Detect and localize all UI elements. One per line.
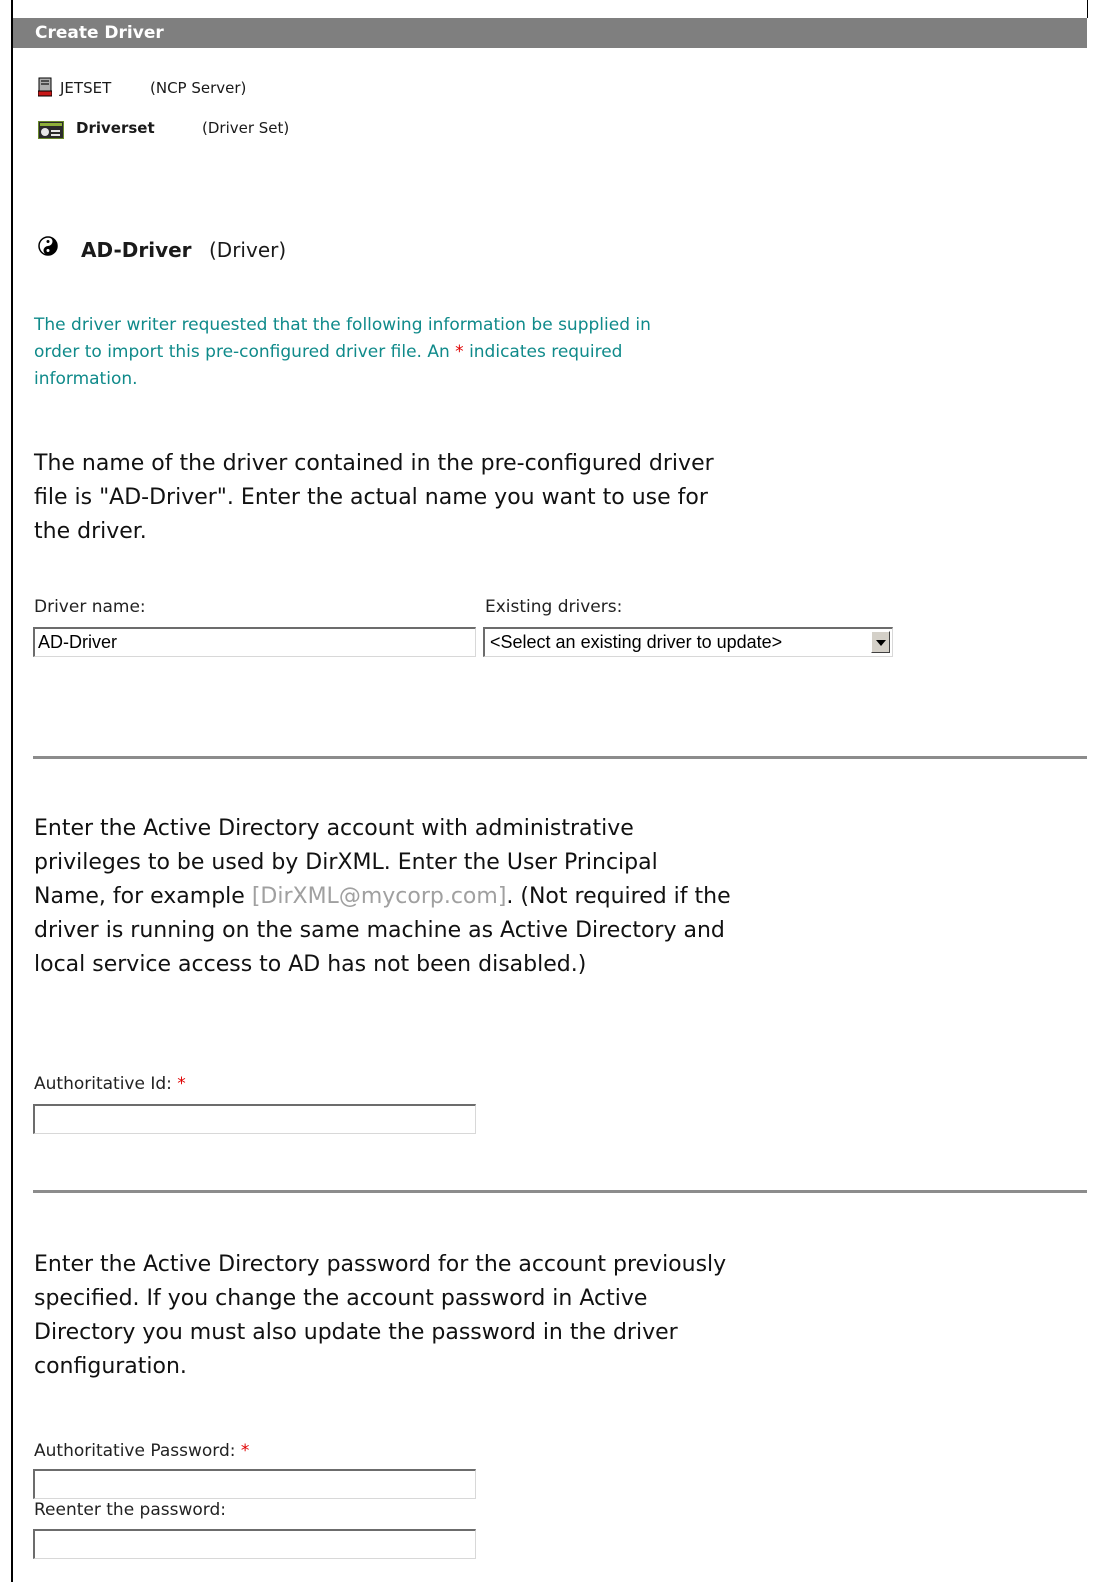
driver-type: (Driver) bbox=[209, 238, 287, 262]
reenter-password-input[interactable] bbox=[33, 1529, 476, 1559]
authoritative-password-label-text: Authoritative Password: bbox=[34, 1441, 236, 1461]
account-description: Enter the Active Directory account with … bbox=[34, 812, 734, 982]
authoritative-password-input[interactable] bbox=[33, 1469, 476, 1499]
server-name: JETSET bbox=[60, 79, 112, 97]
authoritative-id-label-text: Authoritative Id: bbox=[34, 1074, 172, 1094]
reenter-password-label: Reenter the password: bbox=[34, 1500, 226, 1520]
driver-name-input[interactable]: AD-Driver bbox=[33, 627, 476, 657]
left-border bbox=[11, 0, 13, 1582]
required-marker: * bbox=[240, 1441, 250, 1461]
section-divider bbox=[33, 756, 1087, 759]
driver-name-description: The name of the driver contained in the … bbox=[34, 451, 714, 544]
dropdown-button[interactable] bbox=[871, 631, 890, 653]
driverset-name: Driverset bbox=[76, 119, 155, 137]
driver-name-label: Driver name: bbox=[34, 597, 146, 617]
driver-name: AD-Driver bbox=[81, 238, 192, 262]
required-marker: * bbox=[177, 1074, 186, 1094]
server-type: (NCP Server) bbox=[150, 79, 247, 97]
driverset-type: (Driver Set) bbox=[202, 119, 290, 137]
page-title: Create Driver bbox=[35, 23, 164, 43]
chevron-down-icon bbox=[876, 640, 886, 646]
existing-drivers-selected: <Select an existing driver to update> bbox=[490, 632, 783, 652]
password-description: Enter the Active Directory password for … bbox=[34, 1252, 727, 1379]
right-border bbox=[1087, 0, 1088, 18]
authoritative-id-label: Authoritative Id: * bbox=[34, 1074, 186, 1094]
existing-drivers-label: Existing drivers: bbox=[485, 597, 623, 617]
driver-set-icon bbox=[38, 121, 64, 145]
existing-drivers-select[interactable]: <Select an existing driver to update> bbox=[483, 627, 893, 657]
authoritative-password-label: Authoritative Password: * bbox=[34, 1441, 249, 1461]
section-divider bbox=[33, 1190, 1087, 1193]
page-header: Create Driver bbox=[13, 18, 1087, 48]
required-marker: * bbox=[455, 342, 464, 362]
yin-yang-driver-icon bbox=[38, 235, 58, 263]
authoritative-id-input[interactable] bbox=[33, 1104, 476, 1134]
intro-message: The driver writer requested that the fol… bbox=[34, 312, 694, 393]
server-icon bbox=[37, 77, 53, 103]
example-upn: [DirXML@mycorp.com] bbox=[251, 884, 507, 909]
